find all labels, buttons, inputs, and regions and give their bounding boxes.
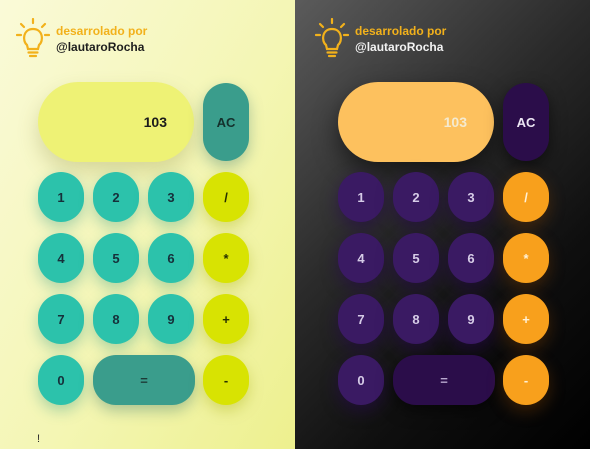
calculator-display: 103 bbox=[338, 82, 494, 162]
divide-button[interactable]: / bbox=[203, 172, 249, 222]
multiply-button[interactable]: * bbox=[203, 233, 249, 283]
brand-header: desarrolado por @lautaroRocha bbox=[315, 18, 446, 62]
key-5[interactable]: 5 bbox=[393, 233, 439, 283]
lightbulb-icon bbox=[16, 18, 50, 58]
key-1[interactable]: 1 bbox=[38, 172, 84, 222]
key-9[interactable]: 9 bbox=[148, 294, 194, 344]
key-7[interactable]: 7 bbox=[338, 294, 384, 344]
calculator-display: 103 bbox=[38, 82, 194, 162]
key-8[interactable]: 8 bbox=[393, 294, 439, 344]
key-4[interactable]: 4 bbox=[38, 233, 84, 283]
clear-button[interactable]: AC bbox=[203, 83, 249, 161]
dark-theme-panel: desarrolado por @lautaroRocha 103 AC 1 2… bbox=[295, 0, 590, 449]
equals-button[interactable]: = bbox=[93, 355, 195, 405]
clear-button[interactable]: AC bbox=[503, 83, 549, 161]
divide-button[interactable]: / bbox=[503, 172, 549, 222]
subtract-button[interactable]: - bbox=[203, 355, 249, 405]
key-0[interactable]: 0 bbox=[38, 355, 84, 405]
key-5[interactable]: 5 bbox=[93, 233, 139, 283]
key-9[interactable]: 9 bbox=[448, 294, 494, 344]
footer-mark: ! bbox=[37, 433, 41, 445]
key-6[interactable]: 6 bbox=[448, 233, 494, 283]
add-button[interactable]: + bbox=[503, 294, 549, 344]
brand-header: desarrolado por @lautaroRocha bbox=[16, 18, 147, 62]
key-3[interactable]: 3 bbox=[148, 172, 194, 222]
multiply-button[interactable]: * bbox=[503, 233, 549, 283]
light-theme-panel: desarrolado por @lautaroRocha 103 AC 1 2… bbox=[0, 0, 295, 449]
key-2[interactable]: 2 bbox=[93, 172, 139, 222]
key-1[interactable]: 1 bbox=[338, 172, 384, 222]
lightbulb-icon bbox=[315, 18, 349, 58]
brand-developed-by: desarrolado por bbox=[355, 24, 447, 38]
key-8[interactable]: 8 bbox=[93, 294, 139, 344]
brand-author-handle: @lautaroRocha bbox=[355, 40, 444, 54]
key-2[interactable]: 2 bbox=[393, 172, 439, 222]
key-6[interactable]: 6 bbox=[148, 233, 194, 283]
brand-author-handle: @lautaroRocha bbox=[56, 40, 145, 54]
equals-button[interactable]: = bbox=[393, 355, 495, 405]
key-7[interactable]: 7 bbox=[38, 294, 84, 344]
add-button[interactable]: + bbox=[203, 294, 249, 344]
subtract-button[interactable]: - bbox=[503, 355, 549, 405]
key-3[interactable]: 3 bbox=[448, 172, 494, 222]
key-0[interactable]: 0 bbox=[338, 355, 384, 405]
key-4[interactable]: 4 bbox=[338, 233, 384, 283]
brand-developed-by: desarrolado por bbox=[56, 24, 148, 38]
